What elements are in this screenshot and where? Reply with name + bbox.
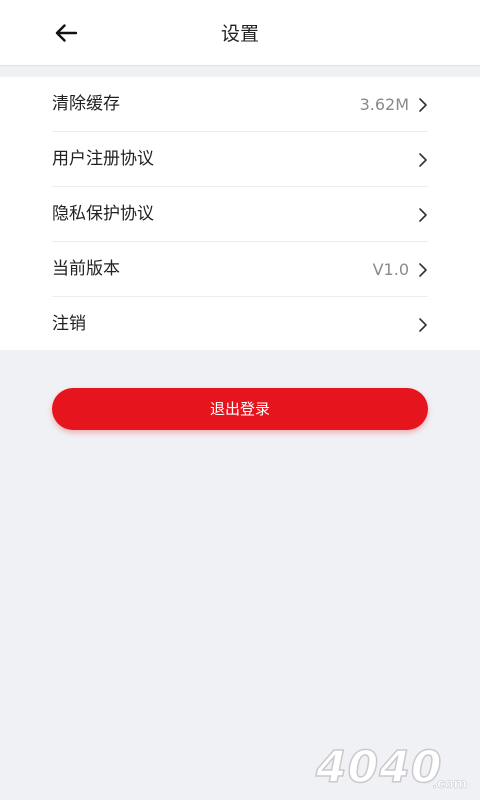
settings-item-label: 用户注册协议 (52, 149, 154, 169)
logout-button[interactable]: 退出登录 (52, 388, 428, 430)
settings-item-privacy-policy[interactable]: 隐私保护协议 (52, 187, 428, 242)
back-button[interactable] (44, 13, 88, 53)
watermark-suffix: .com (432, 777, 467, 792)
site-watermark-logo: 4040 .com (314, 741, 467, 794)
app-header: 设置 (0, 0, 480, 66)
settings-item-label: 隐私保护协议 (52, 204, 154, 224)
chevron-right-icon (419, 317, 427, 332)
version-value: V1.0 (372, 260, 409, 279)
settings-item-user-agreement[interactable]: 用户注册协议 (52, 132, 428, 187)
settings-item-label: 注销 (52, 314, 86, 334)
chevron-right-icon (419, 97, 427, 112)
chevron-right-icon (419, 207, 427, 222)
settings-item-label: 当前版本 (52, 259, 120, 279)
settings-item-clear-cache[interactable]: 清除缓存 3.62M (52, 77, 428, 132)
settings-item-current-version[interactable]: 当前版本 V1.0 (52, 242, 428, 297)
cache-size-value: 3.62M (359, 95, 409, 114)
watermark-text: 4040 (315, 742, 442, 793)
chevron-right-icon (419, 262, 427, 277)
arrow-left-icon (55, 24, 77, 42)
settings-item-label: 清除缓存 (52, 94, 120, 114)
chevron-right-icon (419, 152, 427, 167)
settings-list: 清除缓存 3.62M 用户注册协议 隐私保护协议 当前版本 V1.0 注销 (0, 77, 480, 350)
settings-item-deactivate-account[interactable]: 注销 (52, 297, 428, 352)
